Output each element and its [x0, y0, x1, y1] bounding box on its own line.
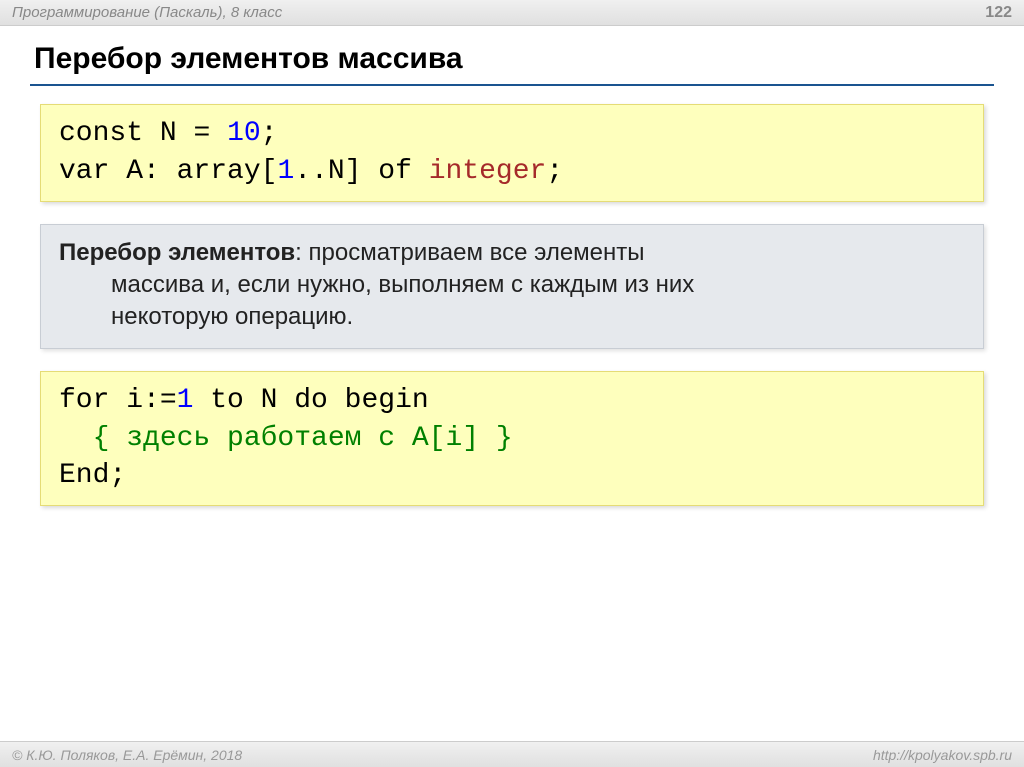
code-token: ..N] — [294, 156, 378, 187]
code-line: End; — [59, 457, 965, 495]
slide-footer: © К.Ю. Поляков, Е.А. Ерёмин, 2018 http:/… — [0, 741, 1024, 767]
code-line: const N = 10; — [59, 115, 965, 153]
code-token: End; — [59, 460, 126, 491]
title-underline — [30, 84, 994, 86]
code-line: for i:=1 to N do begin — [59, 382, 965, 420]
header-title: Программирование (Паскаль), 8 класс — [12, 4, 282, 21]
definition-text: : просматриваем все элементы — [295, 239, 644, 266]
code-block-loop: for i:=1 to N do begin { здесь работаем … — [40, 371, 984, 506]
code-number: 10 — [227, 118, 261, 149]
code-number: 1 — [177, 385, 194, 416]
code-line: var A: array[1..N] of integer; — [59, 153, 965, 191]
code-line: { здесь работаем с A[i] } — [59, 420, 965, 458]
code-token: ; — [546, 156, 563, 187]
definition-term: Перебор элементов — [59, 239, 295, 266]
slide-content: Перебор элементов массива const N = 10; … — [0, 26, 1024, 506]
code-block-declaration: const N = 10; var A: array[1..N] of inte… — [40, 104, 984, 202]
code-token: of — [378, 156, 428, 187]
code-token: = — [193, 118, 210, 149]
slide-header: Программирование (Паскаль), 8 класс 122 — [0, 0, 1024, 26]
definition-block: Перебор элементов: просматриваем все эле… — [40, 224, 984, 349]
code-token: to N do begin — [193, 385, 428, 416]
footer-copyright: © К.Ю. Поляков, Е.А. Ерёмин, 2018 — [12, 747, 242, 763]
code-token: const N — [59, 118, 177, 149]
code-token: ; — [261, 118, 278, 149]
code-number: 1 — [277, 156, 294, 187]
code-token: var A: array[ — [59, 156, 277, 187]
code-type: integer — [429, 156, 547, 187]
main-title: Перебор элементов массива — [30, 42, 994, 76]
footer-url: http://kpolyakov.spb.ru — [873, 747, 1012, 763]
code-comment: { здесь работаем с A[i] } — [59, 423, 513, 454]
code-token: for i:= — [59, 385, 177, 416]
definition-text: массива и, если нужно, выполняем с кажды… — [59, 269, 965, 301]
header-page-number: 122 — [985, 4, 1012, 22]
definition-text: некоторую операцию. — [59, 301, 965, 333]
